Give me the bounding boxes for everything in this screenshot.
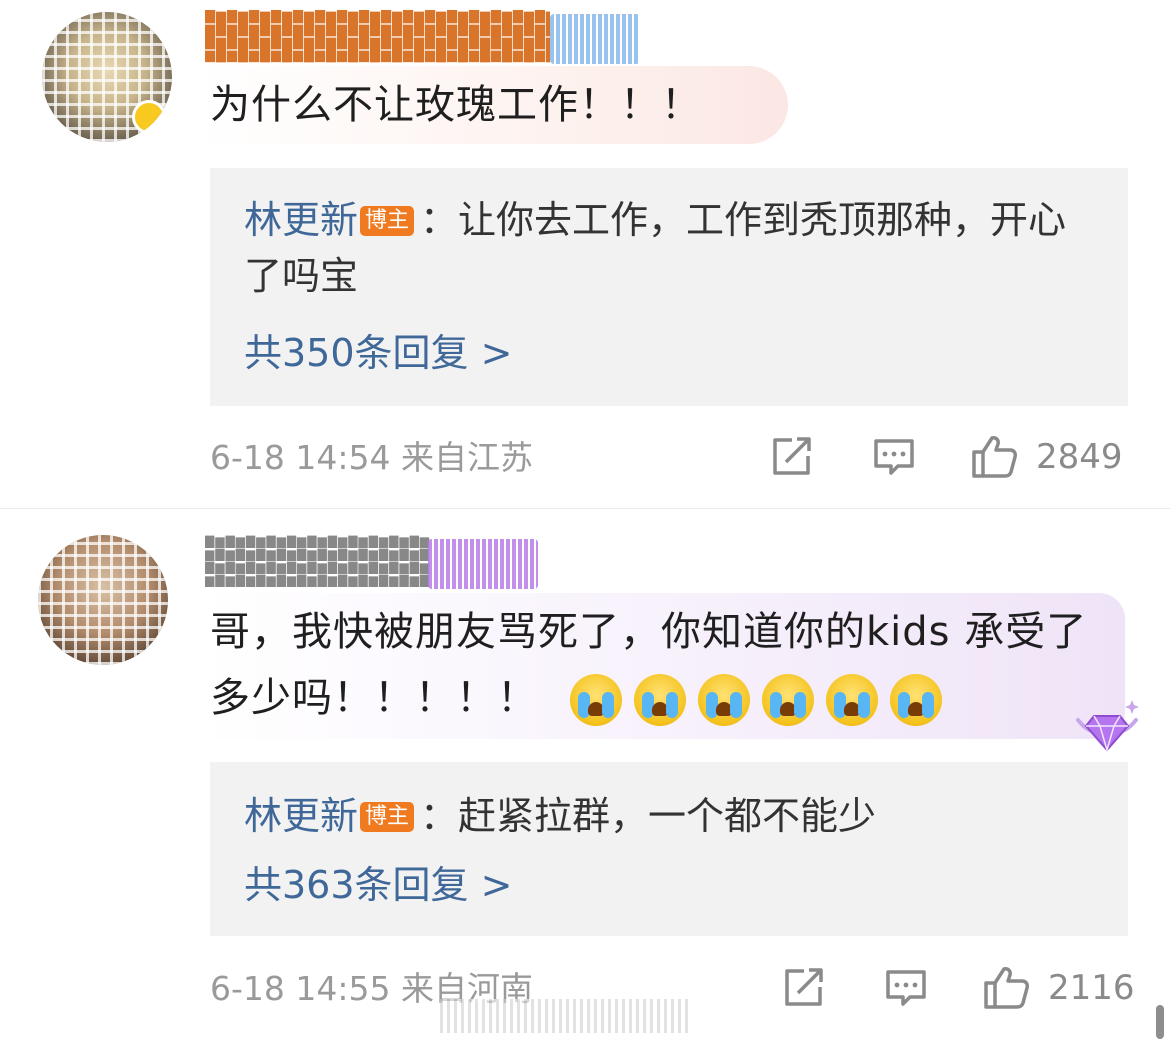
like-count: 2116 (1048, 968, 1135, 1008)
host-tag: 博主 (360, 802, 415, 832)
reply-preview[interactable]: 林更新 博主 ：赶紧拉群，一个都不能少 共363条回复 > (210, 762, 1128, 936)
username-pixelated[interactable]: ▇▆▇▆▇▆▇▆▇▆▇▆▇▆▇▆▇▆▇▆▇▆▇▆▇▆▇▆▇▆▆▇▆▇▆▇▆▇▆▇… (205, 535, 430, 593)
user-badge-pixelated (428, 539, 538, 589)
diamond-badge-icon (1076, 700, 1139, 753)
comment-button[interactable] (884, 967, 928, 1009)
crying-emoji-icon (890, 674, 942, 726)
comment-item: ▇▆▇▆▇▆▇▆▇▆▇▆▇▆▇▆▇▆▇▆▇▆▇▆▇▆▇▆▇▆▆▇▆▇▆▇▆▇▆▇… (0, 508, 1170, 1045)
more-replies-link[interactable]: 共363条回复 > (244, 860, 512, 910)
share-button[interactable] (782, 967, 826, 1009)
like-button[interactable]: 2116 (982, 965, 1135, 1011)
share-button[interactable] (770, 436, 814, 478)
thumbs-up-icon (984, 967, 1029, 1009)
reply-preview[interactable]: 林更新 博主 ：让你去工作，工作到秃顶那种，开心了吗宝 共350条回复 > (210, 168, 1128, 406)
comment-text: 为什么不让玫瑰工作！！！ (210, 82, 702, 128)
crying-emoji-icon (826, 674, 878, 726)
user-badge-pixelated (550, 14, 640, 64)
share-icon (773, 437, 811, 475)
vip-badge-icon (132, 100, 166, 134)
watermark-pixelated (440, 999, 690, 1033)
comment-item: ▇▆▇▆▇▆▇▆▇▆▇▆▇▆▇▆▇▆▇▆▇▆▇▆▇▆▇▆▇▆▇ ▆▇▆▇▆▇▆▇▆… (0, 0, 1170, 508)
comment-button[interactable] (872, 436, 916, 478)
share-icon (785, 968, 823, 1006)
comment-bubble[interactable]: 哥，我快被朋友骂死了，你知道你的kids 承受了多少吗！！！！！ (200, 593, 1125, 739)
avatar[interactable] (38, 535, 168, 665)
crying-emoji-icon (570, 674, 622, 726)
thumbs-up-icon (972, 436, 1017, 478)
more-replies-link[interactable]: 共350条回复 > (244, 328, 512, 378)
comment-bubble[interactable]: 为什么不让玫瑰工作！！！ (200, 66, 788, 144)
username-pixelated[interactable]: ▇▆▇▆▇▆▇▆▇▆▇▆▇▆▇▆▇▆▇▆▇▆▇▆▇▆▇▆▇▆▇ ▆▇▆▇▆▇▆▇▆… (205, 10, 550, 68)
reply-author[interactable]: 林更新 (244, 794, 358, 838)
crying-emoji-icon (762, 674, 814, 726)
comment-icon (886, 970, 926, 1006)
reply-text: ：赶紧拉群，一个都不能少 (420, 794, 877, 838)
reply-line: 林更新 博主 ：让你去工作，工作到秃顶那种，开心了吗宝 (244, 192, 1074, 304)
comment-text-container: 哥，我快被朋友骂死了，你知道你的kids 承受了多少吗！！！！！ (210, 599, 1090, 731)
host-tag: 博主 (360, 206, 415, 236)
like-count: 2849 (1036, 437, 1123, 477)
avatar[interactable] (42, 12, 172, 142)
comment-meta: 6-18 14:54 来自江苏 (210, 438, 533, 477)
scrollbar[interactable] (1156, 1005, 1164, 1039)
reply-author[interactable]: 林更新 (244, 198, 358, 242)
comment-icon (874, 439, 914, 475)
reply-line: 林更新 博主 ：赶紧拉群，一个都不能少 (244, 788, 1074, 844)
emoji-row (570, 674, 942, 726)
crying-emoji-icon (634, 674, 686, 726)
crying-emoji-icon (698, 674, 750, 726)
like-button[interactable]: 2849 (970, 434, 1123, 480)
